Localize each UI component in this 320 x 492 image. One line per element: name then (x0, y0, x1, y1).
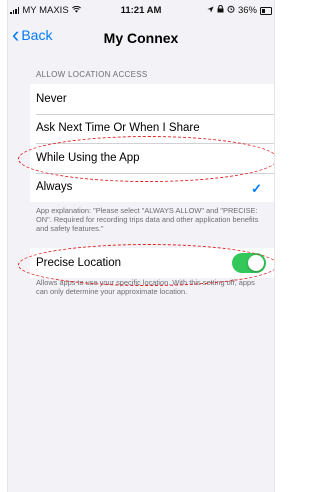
alarm-icon (227, 5, 235, 16)
option-label: Always (36, 181, 73, 194)
option-never[interactable]: Never (30, 84, 274, 114)
location-footer-text: App explanation: "Please select "ALWAYS … (36, 206, 259, 233)
section-header-location: ALLOW LOCATION ACCESS (36, 70, 148, 79)
orientation-lock-icon (217, 5, 224, 16)
navigation-bar: ‹ Back My Connex (8, 22, 274, 52)
location-arrow-icon (207, 5, 214, 16)
status-right: 36% (207, 5, 272, 16)
battery-icon (260, 6, 272, 15)
annotation-circle-precise (18, 244, 274, 286)
option-label: Never (36, 92, 67, 105)
annotation-circle-always (18, 136, 274, 182)
status-bar: MY MAXIS 11:21 AM 36% (8, 0, 274, 18)
checkmark-icon: ✓ (251, 180, 262, 196)
battery-percent: 36% (237, 5, 257, 16)
option-label: Ask Next Time Or When I Share (36, 122, 200, 135)
page-title: My Connex (103, 30, 179, 46)
settings-screen: MY MAXIS 11:21 AM 36% ‹ Back My Connex A… (8, 0, 274, 492)
